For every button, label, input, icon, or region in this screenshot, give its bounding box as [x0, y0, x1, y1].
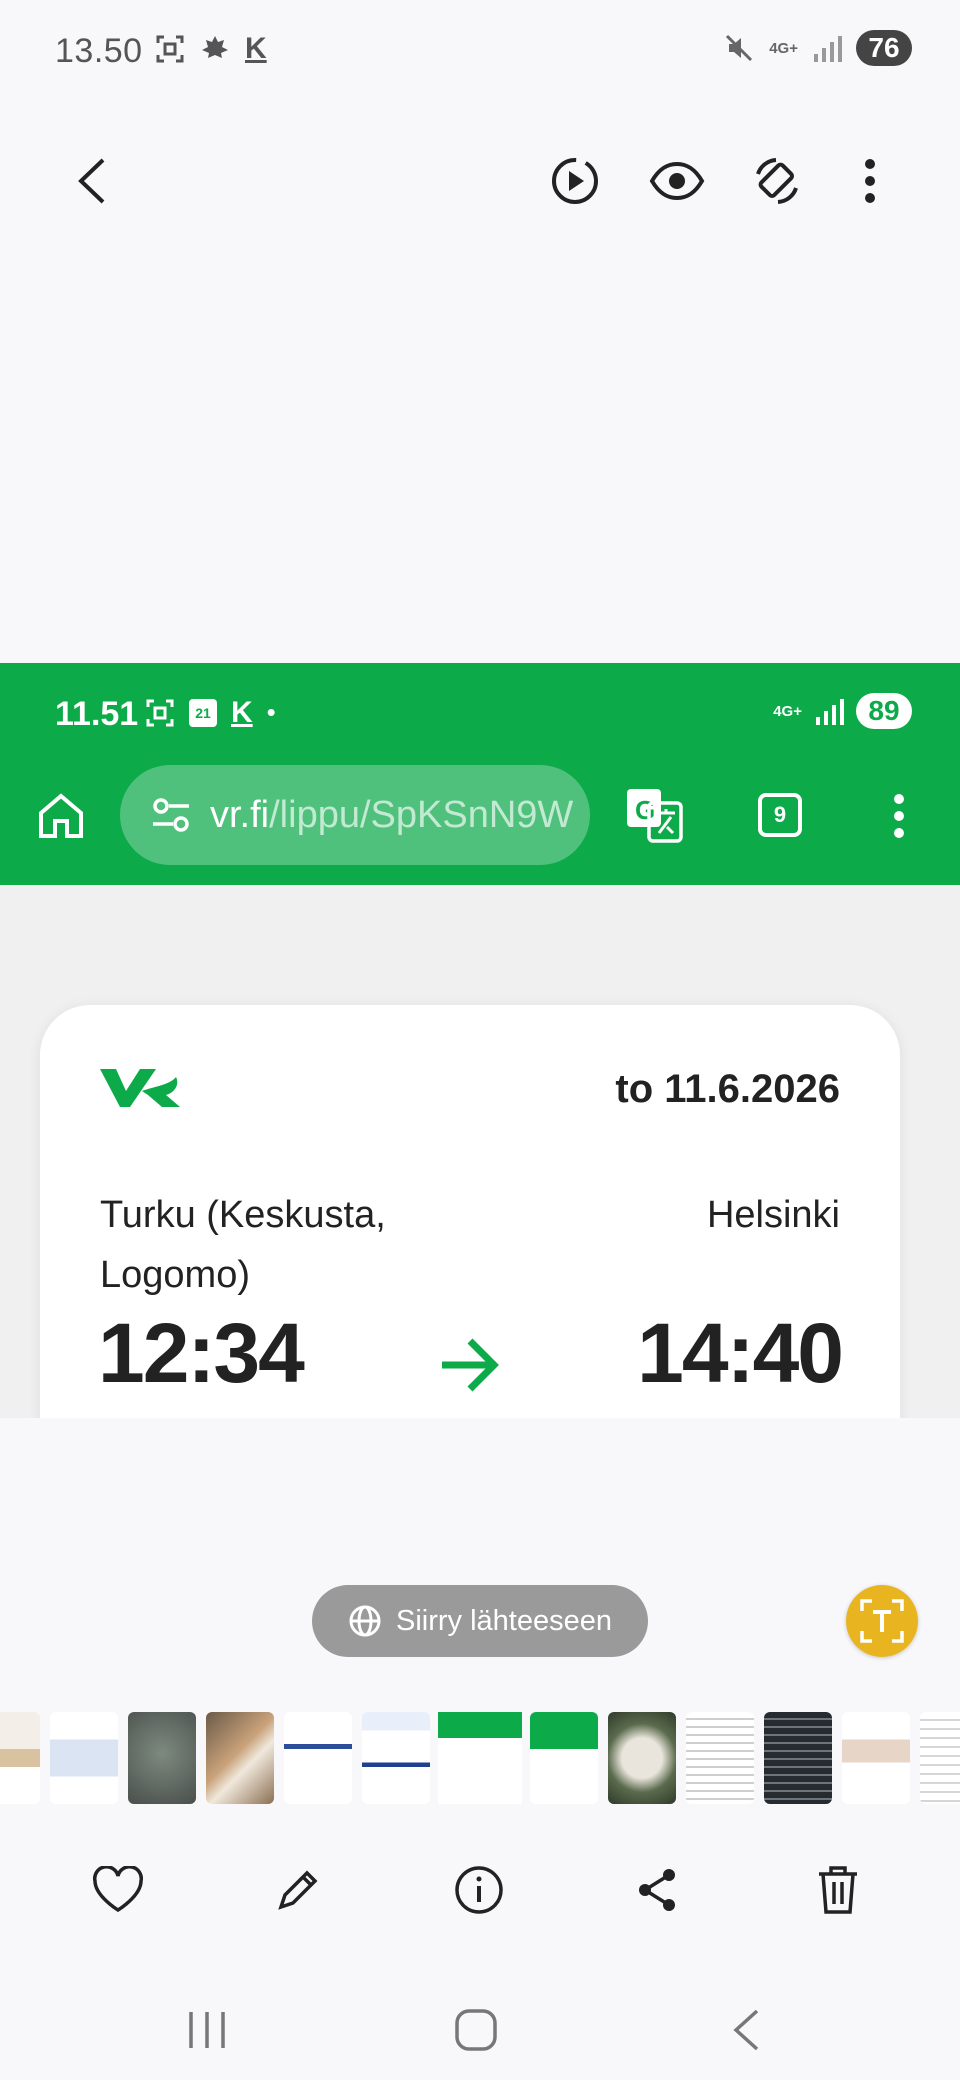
from-station: Turku (Keskusta, Logomo) — [100, 1194, 386, 1296]
departure-time: 12:34 — [98, 1306, 305, 1400]
go-to-source-label: Siirry lähteeseen — [396, 1604, 612, 1637]
home-icon — [39, 793, 83, 838]
mute-icon — [726, 34, 753, 62]
more-icon — [865, 159, 875, 203]
info-icon — [455, 1866, 503, 1914]
rotate-button[interactable] — [742, 146, 812, 216]
url-bar: vr.fi/lippu/SpKSnN9W — [120, 765, 590, 865]
thumbnail[interactable] — [920, 1712, 960, 1804]
back-nav-button[interactable] — [706, 2000, 786, 2060]
battery-indicator: 76 — [856, 30, 912, 66]
screenshot-preview: 11.51 21 K • 4G+ 89 vr.fi/lippu/SpKSnN9W… — [0, 663, 960, 1418]
back-nav-icon — [733, 2009, 759, 2051]
vr-logo — [100, 1069, 180, 1107]
back-icon — [78, 158, 105, 204]
eye-icon — [649, 161, 705, 201]
tab-count: 9 — [758, 793, 802, 837]
ticket-date: to 11.6.2026 — [615, 1067, 840, 1111]
text-scan-icon — [860, 1599, 904, 1643]
inner-status-time: 11.51 — [55, 695, 139, 733]
thumbnail[interactable] — [206, 1712, 274, 1804]
thumbnail[interactable] — [50, 1712, 118, 1804]
thumbnail[interactable] — [608, 1712, 676, 1804]
home-button[interactable] — [436, 2000, 516, 2060]
url-path: /lippu/SpKSnN9W — [269, 793, 574, 836]
favorite-button[interactable] — [80, 1852, 156, 1928]
edit-icon — [278, 1870, 318, 1910]
k-icon: K — [231, 695, 253, 729]
delete-button[interactable] — [800, 1852, 876, 1928]
browser-header: 11.51 21 K • 4G+ 89 vr.fi/lippu/SpKSnN9W… — [0, 663, 960, 885]
delete-icon — [819, 1866, 857, 1914]
more-icon — [894, 794, 904, 838]
thumbnail[interactable] — [284, 1712, 352, 1804]
thumbnail[interactable] — [686, 1712, 754, 1804]
screenshot-icon — [146, 699, 174, 726]
status-right: 4G+ 76 — [723, 30, 912, 66]
go-to-source-button[interactable]: Siirry lähteeseen — [312, 1585, 648, 1657]
to-station: Helsinki — [706, 1194, 840, 1236]
site-settings-icon — [153, 798, 189, 832]
inner-network-label: 4G+ — [773, 702, 802, 720]
more-button[interactable] — [835, 146, 905, 216]
globe-icon — [349, 1605, 381, 1637]
thumbnail[interactable] — [128, 1712, 196, 1804]
share-button[interactable] — [620, 1852, 696, 1928]
inner-status-right: 4G+ 89 — [773, 693, 912, 729]
svg-text:G: G — [635, 795, 655, 825]
rotate-icon — [756, 158, 798, 204]
info-button[interactable] — [441, 1852, 517, 1928]
maple-leaf-icon — [202, 36, 228, 58]
signal-icon — [816, 699, 844, 725]
back-button[interactable] — [58, 146, 128, 216]
k-icon: K — [245, 32, 267, 65]
home-nav-icon — [455, 2009, 497, 2051]
eye-button[interactable] — [642, 146, 712, 216]
recents-button[interactable] — [167, 2000, 247, 2060]
arrival-time: 14:40 — [637, 1306, 844, 1400]
share-icon — [639, 1869, 675, 1911]
screenshot-icon — [156, 35, 184, 63]
status-icons: K — [155, 34, 267, 64]
thumbnail[interactable] — [842, 1712, 910, 1804]
thumbnail[interactable] — [362, 1712, 430, 1804]
motion-photo-play-icon — [552, 158, 598, 204]
url-host: vr.fi — [210, 793, 270, 836]
network-label: 4G+ — [769, 39, 798, 57]
favorite-icon — [92, 1866, 144, 1913]
notification-dot: • — [266, 697, 276, 727]
thumbnail[interactable] — [764, 1712, 832, 1804]
thumbnail-active[interactable] — [438, 1712, 522, 1804]
thumbnail[interactable] — [530, 1712, 598, 1804]
status-time: 13.50 — [55, 32, 143, 70]
motion-photo-button[interactable] — [540, 146, 610, 216]
edit-button[interactable] — [260, 1852, 336, 1928]
filmstrip[interactable] — [0, 1712, 960, 1804]
extract-text-button[interactable] — [846, 1585, 918, 1657]
signal-icon — [814, 36, 842, 62]
recents-icon — [189, 2012, 225, 2048]
ticket-card: to 11.6.2026 Turku (Keskusta, Logomo) He… — [40, 1005, 900, 1418]
thumbnail[interactable] — [0, 1712, 40, 1804]
translate-icon: G — [627, 789, 683, 843]
arrow-right-icon — [442, 1338, 499, 1392]
calendar-icon: 21 — [189, 698, 217, 727]
inner-battery-indicator: 89 — [856, 693, 912, 729]
inner-status-icons: 21 K • — [145, 697, 276, 728]
